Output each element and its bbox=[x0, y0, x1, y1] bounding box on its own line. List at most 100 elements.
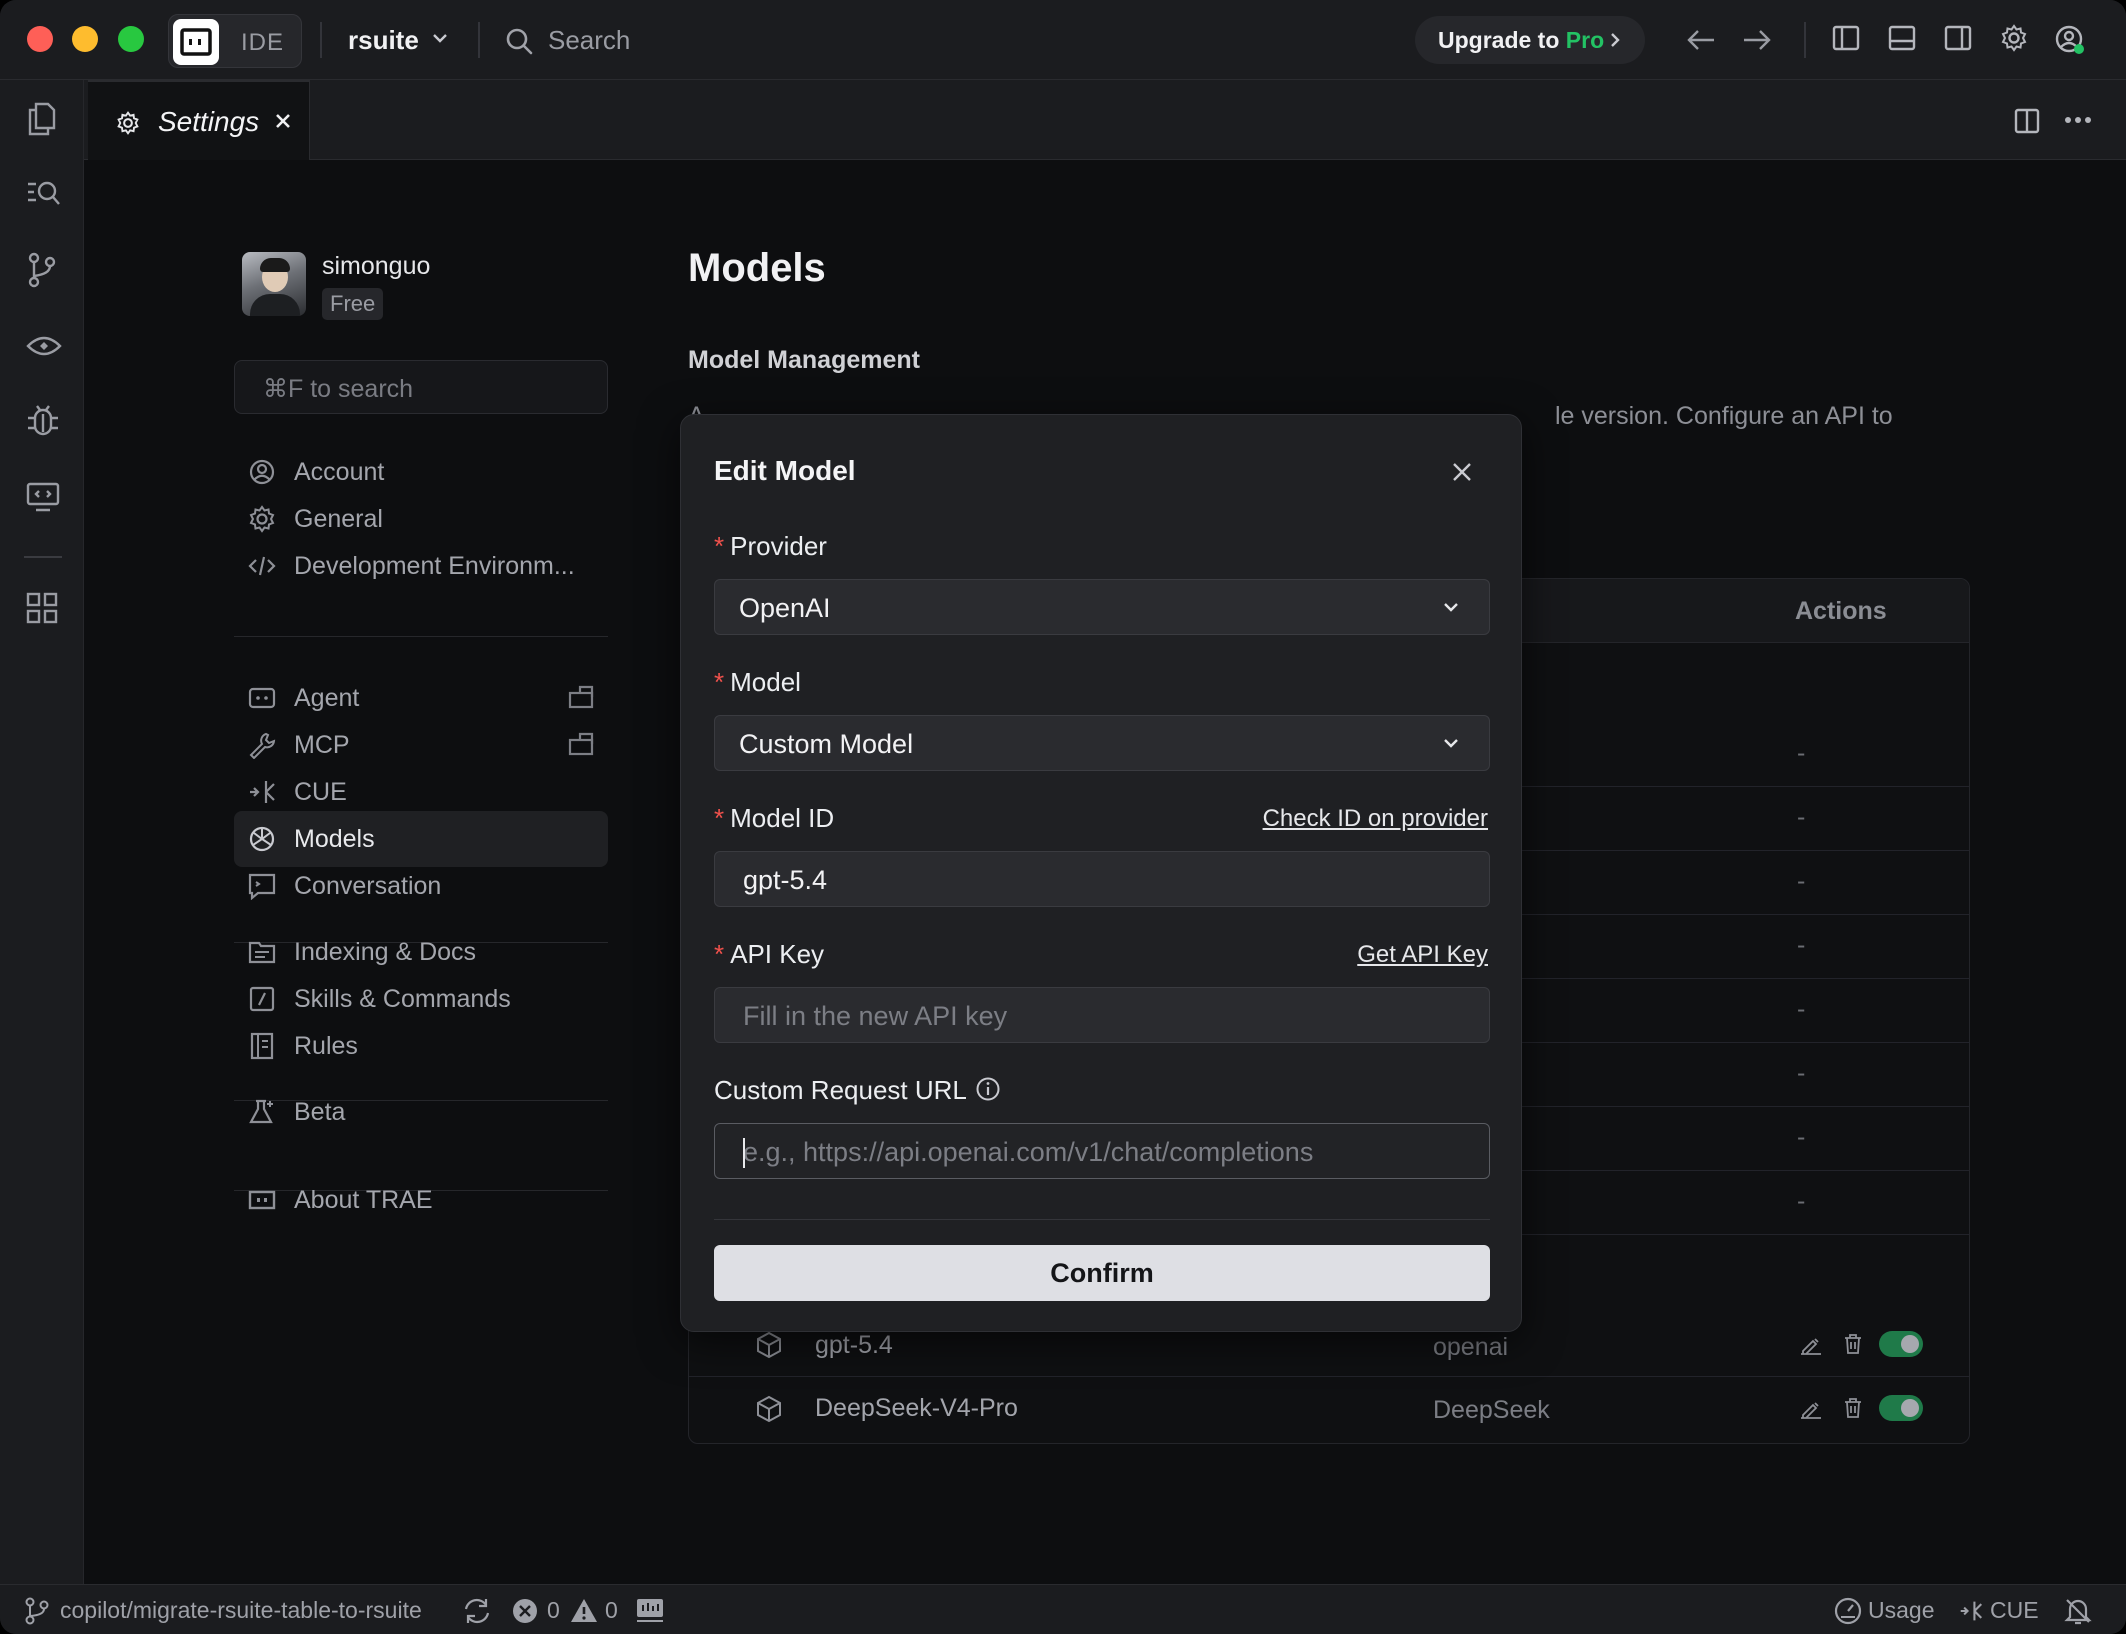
provider-select[interactable]: OpenAI bbox=[714, 579, 1490, 635]
gear-icon[interactable] bbox=[2000, 24, 2028, 52]
gear-icon bbox=[117, 111, 139, 135]
info-icon[interactable] bbox=[975, 1076, 1001, 1102]
sync-icon[interactable] bbox=[462, 1597, 492, 1625]
trae-icon bbox=[248, 1190, 276, 1210]
chevron-right-icon bbox=[1611, 33, 1620, 47]
divider bbox=[234, 636, 608, 637]
back-arrow-icon[interactable] bbox=[1686, 28, 1716, 52]
project-name[interactable]: rsuite bbox=[348, 25, 419, 56]
divider bbox=[1804, 22, 1806, 58]
plan-badge: Free bbox=[322, 288, 384, 320]
cube-icon bbox=[757, 1395, 781, 1423]
cue-label[interactable]: CUE bbox=[1990, 1597, 2039, 1624]
warning-count[interactable]: 0 bbox=[605, 1597, 618, 1624]
model-enabled-toggle[interactable] bbox=[1879, 1395, 1923, 1421]
close-window-button[interactable] bbox=[27, 26, 53, 52]
sidebar-item-beta[interactable]: Beta bbox=[234, 1084, 608, 1140]
toggle-panel-icon[interactable] bbox=[1888, 24, 1916, 52]
row-action-placeholder: - bbox=[1797, 739, 1806, 767]
conversation-icon bbox=[248, 873, 276, 900]
text-caret bbox=[743, 1138, 745, 1168]
preview-eye-icon[interactable] bbox=[26, 332, 62, 360]
slash-icon bbox=[249, 986, 275, 1012]
branch-icon[interactable] bbox=[24, 1597, 50, 1625]
model-select[interactable]: Custom Model bbox=[714, 715, 1490, 771]
model-provider: DeepSeek bbox=[1433, 1396, 1550, 1424]
model-id-input[interactable]: gpt-5.4 bbox=[714, 851, 1490, 907]
command-search[interactable]: Search bbox=[548, 25, 630, 56]
terminal-icon[interactable] bbox=[636, 1597, 664, 1623]
model-name: gpt-5.4 bbox=[815, 1331, 893, 1359]
custom-url-input[interactable]: e.g., https://api.openai.com/v1/chat/com… bbox=[714, 1123, 1490, 1179]
api-key-input[interactable]: Fill in the new API key bbox=[714, 987, 1490, 1043]
indexing-icon bbox=[248, 941, 276, 964]
model-id-label: * Model ID bbox=[714, 803, 835, 833]
usage-gauge-icon[interactable] bbox=[1834, 1597, 1862, 1625]
model-enabled-toggle[interactable] bbox=[1879, 1331, 1923, 1357]
explorer-icon[interactable] bbox=[26, 102, 58, 136]
chevron-down-icon bbox=[1444, 603, 1458, 612]
tab-settings[interactable]: Settings bbox=[88, 80, 310, 160]
row-action-placeholder: - bbox=[1797, 1187, 1806, 1215]
usage-label[interactable]: Usage bbox=[1868, 1597, 1934, 1624]
cube-icon bbox=[757, 1331, 781, 1359]
edit-model-dialog: Edit Model * Provider OpenAI * Model Custo… bbox=[680, 414, 1522, 1332]
error-icon[interactable] bbox=[512, 1598, 538, 1624]
warning-icon[interactable] bbox=[570, 1597, 598, 1623]
close-icon[interactable] bbox=[1451, 461, 1473, 483]
row-action-placeholder: - bbox=[1797, 867, 1806, 895]
status-bar: copilot/migrate-rsuite-table-to-rsuite 0… bbox=[0, 1584, 2126, 1634]
forward-arrow-icon[interactable] bbox=[1742, 28, 1772, 52]
upgrade-button[interactable]: Upgrade to Pro bbox=[1415, 16, 1645, 64]
edit-icon[interactable] bbox=[1799, 1335, 1823, 1355]
close-icon[interactable] bbox=[274, 112, 292, 130]
chevron-down-icon[interactable] bbox=[432, 32, 448, 44]
remote-icon[interactable] bbox=[26, 482, 60, 512]
more-actions-icon[interactable] bbox=[2064, 116, 2092, 124]
sidebar-item-about-trae[interactable]: About TRAE bbox=[234, 1172, 608, 1228]
provider-label: * Provider bbox=[714, 531, 827, 561]
open-external-icon[interactable] bbox=[568, 732, 594, 756]
toggle-sidebar-icon[interactable] bbox=[1832, 24, 1860, 52]
debug-icon[interactable] bbox=[26, 402, 60, 438]
sidebar-item-development-environment[interactable]: Development Environm... bbox=[234, 538, 608, 594]
split-editor-icon[interactable] bbox=[2014, 108, 2040, 134]
model-provider: openai bbox=[1433, 1333, 1509, 1361]
mode-switch[interactable]: IDE bbox=[168, 14, 302, 68]
account-icon bbox=[249, 459, 275, 485]
search-files-icon[interactable] bbox=[26, 178, 62, 208]
minimize-window-button[interactable] bbox=[72, 26, 98, 52]
delete-icon[interactable] bbox=[1843, 1333, 1863, 1355]
maximize-window-button[interactable] bbox=[118, 26, 144, 52]
branch-name[interactable]: copilot/migrate-rsuite-table-to-rsuite bbox=[60, 1597, 422, 1624]
error-count[interactable]: 0 bbox=[547, 1597, 560, 1624]
sidebar-item-rules[interactable]: Rules bbox=[234, 1018, 608, 1074]
delete-icon[interactable] bbox=[1843, 1397, 1863, 1419]
extensions-grid-icon[interactable] bbox=[26, 592, 58, 624]
row-action-placeholder: - bbox=[1797, 931, 1806, 959]
source-control-icon[interactable] bbox=[26, 252, 58, 288]
get-api-key-link[interactable]: Get API Key bbox=[1357, 941, 1488, 969]
column-header-actions: Actions bbox=[1795, 597, 1887, 625]
settings-search-input[interactable]: ⌘F to search bbox=[234, 360, 608, 414]
custom-url-label: Custom Request URL bbox=[714, 1075, 1001, 1106]
sidebar-item-conversation[interactable]: Conversation bbox=[234, 858, 608, 914]
toggle-auxiliary-bar-icon[interactable] bbox=[1944, 24, 1972, 52]
divider bbox=[478, 22, 480, 58]
cue-icon[interactable] bbox=[1958, 1599, 1984, 1623]
account-icon[interactable] bbox=[2054, 24, 2086, 56]
notifications-off-icon[interactable] bbox=[2064, 1597, 2092, 1625]
dialog-title: Edit Model bbox=[714, 455, 856, 486]
edit-icon[interactable] bbox=[1799, 1399, 1823, 1419]
rules-icon bbox=[250, 1032, 274, 1060]
open-external-icon[interactable] bbox=[568, 685, 594, 709]
check-id-link[interactable]: Check ID on provider bbox=[1263, 805, 1488, 833]
row-action-placeholder: - bbox=[1797, 995, 1806, 1023]
divider bbox=[320, 22, 322, 58]
row-action-placeholder: - bbox=[1797, 1059, 1806, 1087]
pro-label: Pro bbox=[1565, 27, 1605, 53]
model-name: DeepSeek-V4-Pro bbox=[815, 1394, 1018, 1422]
api-key-label: * API Key bbox=[714, 939, 825, 969]
confirm-button[interactable]: Confirm bbox=[714, 1245, 1490, 1301]
search-icon[interactable] bbox=[505, 27, 533, 55]
